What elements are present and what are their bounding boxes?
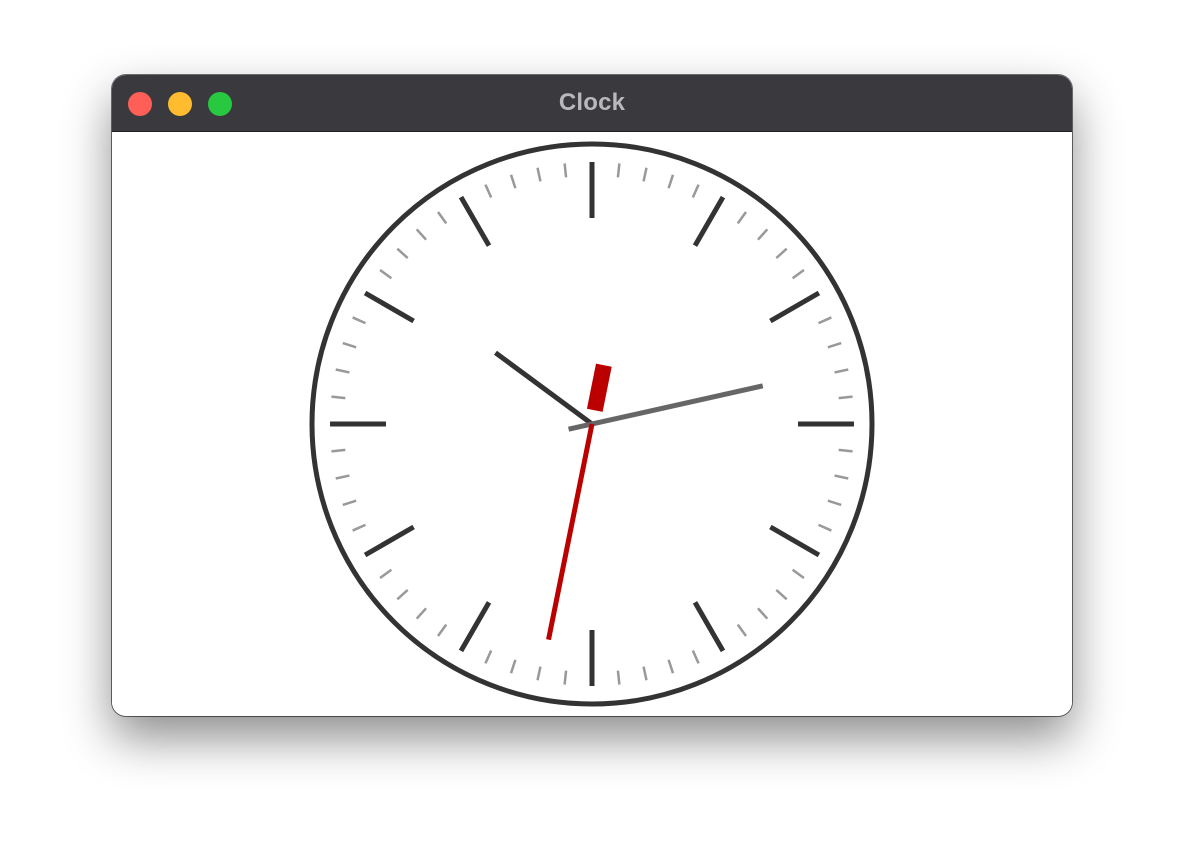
- window-title: Clock: [558, 89, 626, 116]
- clock-face: [309, 141, 875, 707]
- minute-tick: [563, 163, 568, 178]
- minute-tick: [616, 163, 621, 178]
- minute-tick: [331, 448, 346, 453]
- minute-tick: [838, 448, 853, 453]
- minute-tick: [563, 670, 568, 685]
- minute-tick: [616, 670, 621, 685]
- second-hand-counterweight: [586, 363, 612, 412]
- clock-window: Clock: [112, 75, 1072, 716]
- minute-tick: [838, 395, 853, 400]
- clock-content: [112, 132, 1072, 716]
- minute-tick: [331, 395, 346, 400]
- title-bar[interactable]: Clock: [112, 75, 1072, 132]
